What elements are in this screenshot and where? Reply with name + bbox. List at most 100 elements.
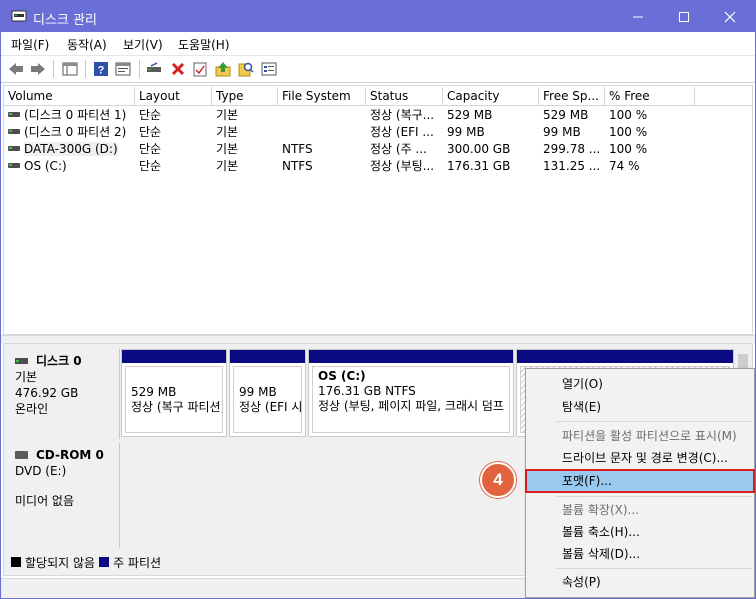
- partition-recovery[interactable]: 529 MB 정상 (복구 파티션): [121, 349, 227, 437]
- menu-view[interactable]: 보기(V): [123, 36, 163, 53]
- list-button[interactable]: [259, 59, 279, 79]
- column-header-layout[interactable]: Layout: [135, 87, 212, 106]
- connect-drive-button[interactable]: [144, 59, 164, 79]
- partition-os-c[interactable]: OS (C:) 176.31 GB NTFS 정상 (부팅, 페이지 파일, 크…: [308, 349, 514, 437]
- column-header-file-system[interactable]: File System: [278, 87, 366, 106]
- partition-status: 정상 (복구 파티션): [131, 400, 223, 414]
- menu-help[interactable]: 도움말(H): [178, 36, 230, 53]
- free-space-cell: 99 MB: [543, 125, 581, 139]
- layout-cell: 단순: [139, 159, 162, 173]
- status-cell: 정상 (복구...: [370, 108, 435, 122]
- free-space-cell: 529 MB: [543, 108, 589, 122]
- column-header-capacity[interactable]: Capacity: [443, 87, 539, 106]
- partition-title: OS (C:): [318, 369, 366, 383]
- cdrom-0-header: CD-ROM 0: [15, 447, 111, 463]
- disk-management-app-icon: [11, 10, 27, 22]
- disk-0-label[interactable]: 디스크 0 기본 476.92 GB 온라인: [7, 349, 120, 439]
- capacity-cell: 99 MB: [447, 125, 485, 139]
- disk-management-window: 디스크 관리 파일(F) 동작(A) 보기(V) 도움말(H) ? Volume…: [0, 0, 756, 599]
- maximize-button[interactable]: [661, 1, 707, 32]
- primary-partition-bar: [122, 350, 226, 363]
- disk-0-name: 디스크 0: [36, 354, 82, 368]
- status-cell: 정상 (EFI ...: [370, 125, 434, 139]
- check-button[interactable]: [190, 59, 210, 79]
- cdrom-0-drive: DVD (E:): [15, 464, 67, 478]
- menu-file[interactable]: 파일(F): [11, 36, 49, 53]
- column-header-type[interactable]: Type: [212, 87, 278, 106]
- toolbar-separator: [139, 60, 140, 78]
- status-cell: 정상 (부팅...: [370, 159, 435, 173]
- volume-name-cell: DATA-300G (D:): [4, 141, 135, 158]
- volume-name-cell: (디스크 0 파티션 1): [4, 107, 135, 124]
- check-icon: [193, 62, 207, 77]
- up-arrow-icon: [215, 62, 231, 77]
- help-button[interactable]: ?: [91, 59, 111, 79]
- column-header-free-space[interactable]: Free Sp...: [539, 87, 605, 106]
- svg-text:?: ?: [98, 65, 105, 77]
- context-menu-explore[interactable]: 탐색(E): [526, 396, 754, 418]
- disk-icon: [15, 358, 28, 364]
- properties-button[interactable]: [113, 59, 133, 79]
- list-icon: [261, 62, 277, 76]
- close-button[interactable]: [707, 1, 753, 32]
- volume-icon: [8, 112, 20, 117]
- minimize-button[interactable]: [615, 1, 661, 32]
- context-menu-open[interactable]: 열기(O): [526, 373, 754, 395]
- layout-cell: 단순: [139, 125, 162, 139]
- column-header-status[interactable]: Status: [366, 87, 443, 106]
- partition-body: 99 MB 정상 (EFI 시: [233, 366, 302, 433]
- volume-row[interactable]: (디스크 0 파티션 2) 단순 기본 정상 (EFI ... 99 MB 99…: [4, 124, 752, 141]
- help-icon: ?: [94, 62, 108, 77]
- menu-action[interactable]: 동작(A): [67, 36, 107, 53]
- partition-efi[interactable]: 99 MB 정상 (EFI 시: [229, 349, 306, 437]
- volume-row[interactable]: (디스크 0 파티션 1) 단순 기본 정상 (복구... 529 MB 529…: [4, 107, 752, 124]
- volume-name-cell: OS (C:): [4, 158, 135, 175]
- primary-partition-bar: [230, 350, 305, 363]
- pane-splitter[interactable]: [1, 335, 755, 343]
- context-menu-extend-volume[interactable]: 볼륨 확장(X)...: [526, 499, 754, 521]
- volume-icon: [8, 163, 20, 168]
- context-menu-mark-active[interactable]: 파티션을 활성 파티션으로 표시(M): [526, 425, 754, 447]
- delete-button[interactable]: [168, 59, 188, 79]
- forward-button[interactable]: [28, 59, 48, 79]
- context-menu-change-drive-letter[interactable]: 드라이브 문자 및 경로 변경(C)...: [526, 447, 754, 469]
- volume-row[interactable]: OS (C:) 단순 기본 NTFS 정상 (부팅... 176.31 GB 1…: [4, 158, 752, 175]
- disk-0-type: 기본: [15, 370, 38, 384]
- title-bar: 디스크 관리: [1, 1, 755, 32]
- console-tree-button[interactable]: [60, 59, 80, 79]
- context-menu-delete-volume[interactable]: 볼륨 삭제(D)...: [526, 543, 754, 565]
- capacity-cell: 529 MB: [447, 108, 493, 122]
- file-system-cell: [278, 124, 366, 141]
- partition-body: OS (C:) 176.31 GB NTFS 정상 (부팅, 페이지 파일, 크…: [312, 366, 510, 433]
- volume-row[interactable]: DATA-300G (D:) 단순 기본 NTFS 정상 (주 ... 300.…: [4, 141, 752, 158]
- context-menu-separator: [556, 568, 752, 569]
- file-system-cell: [278, 107, 366, 124]
- column-header-volume[interactable]: Volume: [4, 87, 135, 106]
- free-space-cell: 131.25 ...: [543, 159, 601, 173]
- back-button[interactable]: [6, 59, 26, 79]
- volume-name: (디스크 0 파티션 1): [24, 108, 127, 122]
- context-menu-format[interactable]: 포맷(F)...: [525, 469, 755, 493]
- cdrom-0-label[interactable]: CD-ROM 0 DVD (E:) 미디어 없음: [7, 443, 120, 548]
- partition-size: 529 MB: [131, 385, 177, 399]
- capacity-cell: 300.00 GB: [447, 142, 511, 156]
- search-button[interactable]: [236, 59, 256, 79]
- up-button[interactable]: [213, 59, 233, 79]
- context-menu-properties[interactable]: 속성(P): [526, 571, 754, 593]
- file-system-cell: NTFS: [282, 142, 313, 156]
- legend-unallocated-label: 할당되지 않음: [25, 555, 96, 570]
- primary-partition-bar: [309, 350, 513, 363]
- maximize-icon: [679, 11, 689, 22]
- percent-free-cell: 100 %: [609, 142, 648, 156]
- column-header-percent-free[interactable]: % Free: [605, 87, 695, 106]
- legend-primary-label: 주 파티션: [113, 555, 162, 570]
- status-cell: 정상 (주 ...: [370, 142, 427, 156]
- volume-name-cell: (디스크 0 파티션 2): [4, 124, 135, 141]
- properties-icon: [115, 62, 131, 76]
- toolbar-separator: [85, 60, 86, 78]
- toolbar: ?: [1, 56, 755, 83]
- context-menu-shrink-volume[interactable]: 볼륨 축소(H)...: [526, 521, 754, 543]
- cdrom-0-media: 미디어 없음: [15, 494, 75, 508]
- disk-0-size: 476.92 GB: [15, 386, 79, 400]
- window-title: 디스크 관리: [33, 13, 97, 28]
